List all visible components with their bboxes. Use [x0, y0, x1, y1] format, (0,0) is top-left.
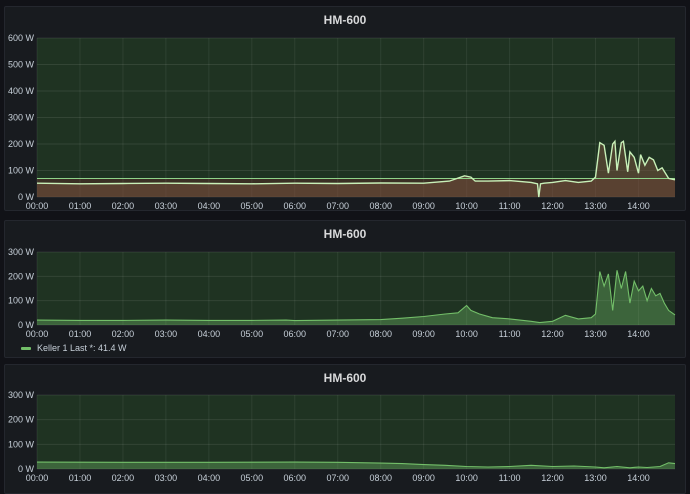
x-tick-label: 07:00 — [326, 329, 349, 339]
x-tick-label: 08:00 — [369, 329, 392, 339]
x-tick-label: 03:00 — [155, 201, 178, 211]
panel-1: HM-600 0 W 100 W 200 W 300 W 400 W 500 W 600 W… — [4, 6, 686, 211]
x-tick-label: 13:00 — [584, 329, 607, 339]
x-tick-label: 09:00 — [412, 201, 435, 211]
y-tick-label: 400 W — [8, 86, 35, 96]
x-tick-label: 06:00 — [284, 473, 307, 483]
y-tick-label: 100 W — [8, 166, 35, 176]
x-tick-label: 14:00 — [627, 201, 650, 211]
x-tick-label: 07:00 — [326, 473, 349, 483]
x-tick-label: 04:00 — [198, 329, 221, 339]
x-tick-label: 03:00 — [155, 473, 178, 483]
x-tick-label: 12:00 — [541, 473, 564, 483]
y-tick-label: 500 W — [8, 60, 35, 70]
y-tick-label: 300 W — [8, 113, 35, 123]
y-tick-label: 200 W — [8, 415, 35, 425]
x-tick-label: 00:00 — [26, 201, 49, 211]
x-tick-label: 08:00 — [369, 201, 392, 211]
x-tick-label: 13:00 — [584, 201, 607, 211]
x-tick-label: 06:00 — [284, 329, 307, 339]
power-chart-3[interactable]: 0 W100 W200 W300 W00:00 01:00 02:00 03:00 04… — [5, 365, 686, 494]
y-tick-label: 100 W — [8, 439, 35, 449]
x-tick-label: 10:00 — [455, 473, 478, 483]
x-tick-label: 04:00 — [198, 473, 221, 483]
x-tick-label: 13:00 — [584, 473, 607, 483]
panel-2: HM-600 0 W 100 W 200 W 300 W 00:00 01:00 02:00… — [4, 220, 686, 358]
power-chart-1[interactable]: 0 W100 W200 W300 W400 W500 W600 W00:00 01… — [5, 7, 686, 211]
x-tick-label: 09:00 — [412, 329, 435, 339]
legend-label: Keller 1 Last *: 41.4 W — [37, 343, 127, 353]
y-tick-label: 200 W — [8, 271, 35, 281]
x-tick-label: 14:00 — [627, 473, 650, 483]
x-tick-label: 00:00 — [26, 473, 49, 483]
x-tick-label: 11:00 — [499, 329, 521, 339]
x-tick-label: 03:00 — [155, 329, 178, 339]
x-tick-label: 02:00 — [112, 201, 135, 211]
legend-swatch — [21, 346, 31, 350]
plot-area — [37, 252, 675, 325]
y-tick-label: 200 W — [8, 139, 35, 149]
x-tick-label: 06:00 — [284, 201, 307, 211]
x-tick-label: 09:00 — [412, 473, 435, 483]
x-tick-label: 02:00 — [112, 329, 135, 339]
x-tick-label: 05:00 — [241, 329, 264, 339]
x-tick-label: 08:00 — [369, 473, 392, 483]
x-tick-label: 11:00 — [499, 473, 521, 483]
x-tick-label: 04:00 — [198, 201, 221, 211]
x-tick-label: 01:00 — [69, 329, 92, 339]
x-tick-label: 01:00 — [69, 201, 92, 211]
plot-area — [37, 395, 675, 469]
x-tick-label: 10:00 — [455, 201, 478, 211]
x-tick-label: 02:00 — [112, 473, 135, 483]
x-tick-label: 01:00 — [69, 473, 92, 483]
y-tick-label: 600 W — [8, 33, 35, 43]
x-tick-label: 00:00 — [26, 329, 49, 339]
x-tick-label: 11:00 — [499, 201, 521, 211]
legend[interactable]: Keller 1 Last *: 41.4 W — [21, 343, 127, 353]
panel-3: HM-600 0 W 100 W 200 W 300 W 00:00 01:00 02:00… — [4, 364, 686, 494]
x-tick-label: 05:00 — [241, 201, 264, 211]
x-tick-label: 07:00 — [326, 201, 349, 211]
y-tick-label: 100 W — [8, 296, 35, 306]
power-chart-2[interactable]: 0 W100 W200 W300 W00:00 01:00 02:00 03:00 04… — [5, 221, 686, 358]
x-tick-label: 14:00 — [627, 329, 650, 339]
x-tick-label: 12:00 — [541, 201, 564, 211]
x-tick-label: 12:00 — [541, 329, 564, 339]
y-tick-label: 300 W — [8, 247, 35, 257]
y-tick-label: 300 W — [8, 390, 35, 400]
x-tick-label: 05:00 — [241, 473, 264, 483]
x-tick-label: 10:00 — [455, 329, 478, 339]
